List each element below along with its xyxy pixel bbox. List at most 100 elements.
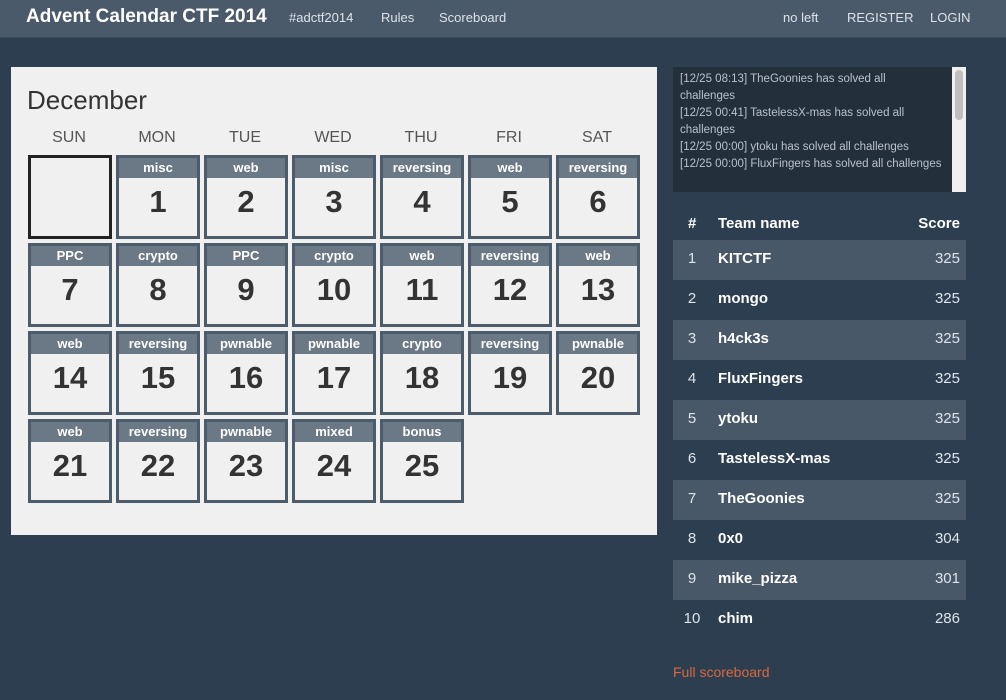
day-number: 12: [492, 272, 528, 307]
brand-title[interactable]: Advent Calendar CTF 2014: [26, 6, 267, 28]
nav-link-no-left[interactable]: no left: [783, 10, 818, 25]
scoreboard-row[interactable]: 7 TheGoonies 325: [673, 480, 966, 520]
calendar-day-9[interactable]: PPC 9: [204, 243, 288, 327]
score-header: Score: [918, 215, 960, 232]
day-category: PPC: [207, 246, 285, 266]
day-category: web: [559, 246, 637, 266]
month-title: December: [27, 85, 147, 115]
day-number: 9: [237, 272, 255, 307]
day-number: 2: [237, 184, 255, 219]
calendar-day-1[interactable]: misc 1: [116, 155, 200, 239]
day-number: 7: [61, 272, 79, 307]
activity-log[interactable]: [12/25 08:13] TheGoonies has solved all …: [673, 67, 966, 192]
nav-link-scoreboard[interactable]: Scoreboard: [439, 10, 506, 25]
scoreboard-row[interactable]: 8 0x0 304: [673, 520, 966, 560]
calendar-day-6[interactable]: reversing 6: [556, 155, 640, 239]
day-number: 1: [149, 184, 167, 219]
day-number: 17: [316, 360, 352, 395]
scoreboard-row[interactable]: 3 h4ck3s 325: [673, 320, 966, 360]
calendar-day-23[interactable]: pwnable 23: [204, 419, 288, 503]
team-score: 286: [934, 610, 960, 627]
calendar-day-20[interactable]: pwnable 20: [556, 331, 640, 415]
day-number: 13: [580, 272, 616, 307]
team-score: 325: [934, 250, 960, 267]
team-header: Team name: [718, 215, 800, 232]
calendar-day-24[interactable]: mixed 24: [292, 419, 376, 503]
team-rank: 2: [687, 290, 697, 307]
calendar-day-10[interactable]: crypto 10: [292, 243, 376, 327]
team-rank: 4: [687, 370, 697, 387]
log-entry: [12/25 00:41] TastelessX-mas has solved …: [680, 107, 905, 136]
nav-link-hashtag[interactable]: #adctf2014: [289, 10, 353, 25]
day-category: bonus: [383, 422, 461, 442]
calendar-day-22[interactable]: reversing 22: [116, 419, 200, 503]
scoreboard-row[interactable]: 1 KITCTF 325: [673, 240, 966, 280]
day-category: misc: [119, 158, 197, 178]
calendar-panel: December SUN MON TUE WED THU FRI SAT misc 1 web 2…: [11, 67, 657, 535]
day-category: web: [471, 158, 549, 178]
scoreboard-row[interactable]: 4 FluxFingers 325: [673, 360, 966, 400]
log-entry: [12/25 00:00] ytoku has solved all chall…: [680, 141, 909, 153]
day-category: reversing: [471, 246, 549, 266]
day-category: pwnable: [559, 334, 637, 354]
log-scrollbar[interactable]: [952, 67, 966, 192]
scoreboard-row[interactable]: 10 chim 286: [673, 600, 966, 640]
day-category: web: [207, 158, 285, 178]
day-category: crypto: [295, 246, 373, 266]
scoreboard-row[interactable]: 6 TastelessX-mas 325: [673, 440, 966, 480]
day-category: reversing: [471, 334, 549, 354]
calendar-day-25[interactable]: bonus 25: [380, 419, 464, 503]
calendar-day-15[interactable]: reversing 15: [116, 331, 200, 415]
calendar-day-4[interactable]: reversing 4: [380, 155, 464, 239]
team-rank: 1: [687, 250, 697, 267]
nav-link-login[interactable]: LOGIN: [930, 10, 970, 25]
day-number: 4: [413, 184, 431, 219]
team-score: 301: [934, 570, 960, 587]
calendar-day-2[interactable]: web 2: [204, 155, 288, 239]
calendar-day-17[interactable]: pwnable 17: [292, 331, 376, 415]
team-name: FluxFingers: [718, 370, 804, 387]
log-scrollbar-thumb[interactable]: [955, 70, 963, 120]
scoreboard-row[interactable]: 2 mongo 325: [673, 280, 966, 320]
day-number: 6: [589, 184, 607, 219]
team-score: 325: [934, 410, 960, 427]
calendar-day-5[interactable]: web 5: [468, 155, 552, 239]
day-number: 20: [580, 360, 616, 395]
calendar-day-3[interactable]: misc 3: [292, 155, 376, 239]
calendar-day-21[interactable]: web 21: [28, 419, 112, 503]
full-scoreboard-link[interactable]: Full scoreboard: [673, 664, 770, 680]
day-category: web: [383, 246, 461, 266]
scoreboard-row[interactable]: 9 mike_pizza 301: [673, 560, 966, 600]
calendar-day-13[interactable]: web 13: [556, 243, 640, 327]
calendar-day-19[interactable]: reversing 19: [468, 331, 552, 415]
day-number: 3: [325, 184, 343, 219]
day-number: 24: [316, 448, 352, 483]
team-rank: 8: [687, 530, 697, 547]
day-category: crypto: [383, 334, 461, 354]
day-number: 16: [228, 360, 264, 395]
day-category: pwnable: [295, 334, 373, 354]
day-category: web: [31, 422, 109, 442]
day-number: 19: [492, 360, 528, 395]
calendar-day-11[interactable]: web 11: [380, 243, 464, 327]
calendar-day-16[interactable]: pwnable 16: [204, 331, 288, 415]
calendar-day-8[interactable]: crypto 8: [116, 243, 200, 327]
calendar-day-7[interactable]: PPC 7: [28, 243, 112, 327]
nav-link-rules[interactable]: Rules: [381, 10, 414, 25]
calendar-empty-cell: [28, 155, 112, 239]
day-number: 15: [140, 360, 176, 395]
scoreboard-row[interactable]: 5 ytoku 325: [673, 400, 966, 440]
calendar-day-18[interactable]: crypto 18: [380, 331, 464, 415]
team-name: h4ck3s: [718, 330, 769, 347]
day-number: 14: [52, 360, 88, 395]
team-name: 0x0: [718, 530, 744, 547]
day-category: reversing: [119, 422, 197, 442]
day-category: reversing: [119, 334, 197, 354]
day-category: reversing: [559, 158, 637, 178]
day-number: 10: [316, 272, 352, 307]
calendar-day-12[interactable]: reversing 12: [468, 243, 552, 327]
team-name: chim: [718, 610, 754, 627]
log-entry: [12/25 08:13] TheGoonies has solved all …: [680, 73, 886, 102]
calendar-day-14[interactable]: web 14: [28, 331, 112, 415]
nav-link-register[interactable]: REGISTER: [847, 10, 913, 25]
